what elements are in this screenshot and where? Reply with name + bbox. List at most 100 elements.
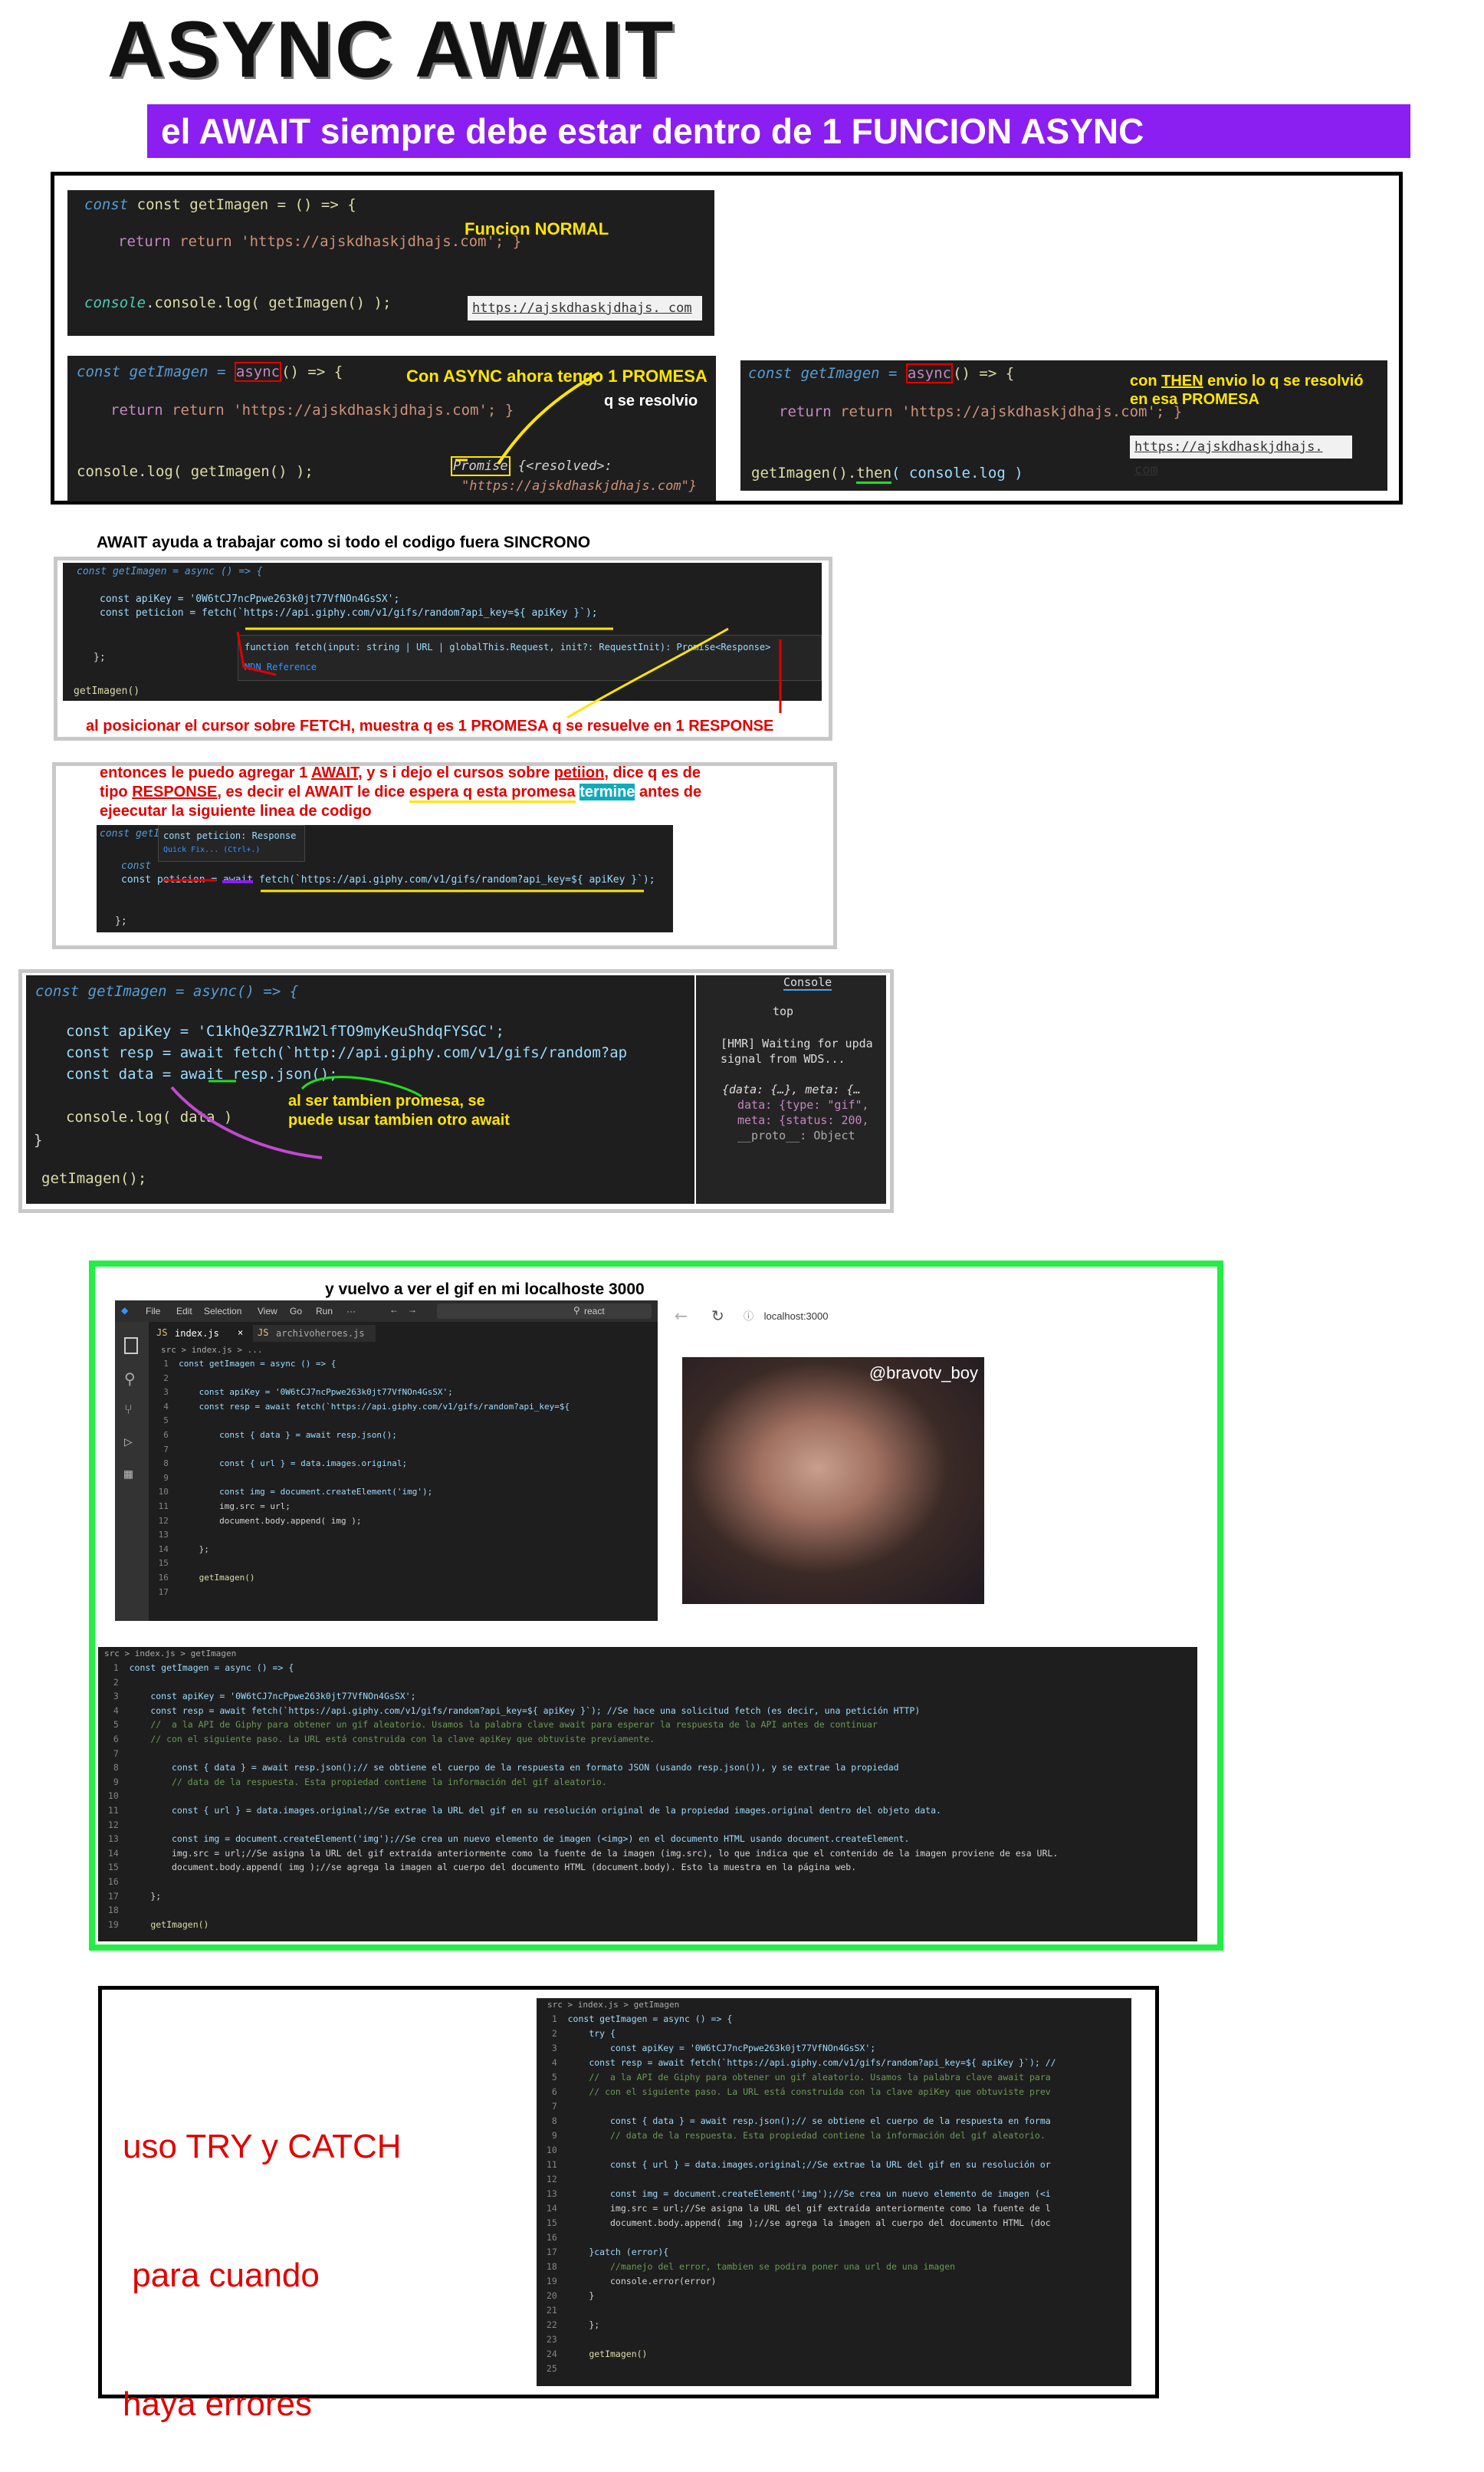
line-number: 22 [541, 2319, 568, 2330]
gif-image: @bravotv_boy [682, 1357, 984, 1604]
code-line: const getImagen = async () => { [77, 566, 263, 577]
code-text: const getImagen = async () => { [129, 1662, 294, 1673]
code-line: 9 // data de la respuesta. Esta propieda… [541, 2128, 1056, 2143]
run-debug-icon[interactable]: ▷ [124, 1434, 133, 1450]
code-line: 12 [103, 1818, 1058, 1833]
code-then-example: const getImagen = async() => { return re… [740, 360, 1387, 491]
search-icon[interactable]: ⚲ [124, 1369, 136, 1388]
code-line: const data = await resp.json(); [66, 1066, 338, 1083]
forward-arrow-icon[interactable]: → [408, 1304, 417, 1315]
code-line: 9 // data de la respuesta. Esta propieda… [103, 1775, 1058, 1790]
command-search[interactable]: ⚲ react [437, 1303, 652, 1319]
reload-icon[interactable]: ↻ [711, 1307, 724, 1325]
code-line: 16 [103, 1875, 1058, 1889]
console-line[interactable]: __proto__: Object [737, 1129, 855, 1142]
code-line: 4 const resp = await fetch(`https://api.… [153, 1400, 570, 1415]
menu-edit[interactable]: Edit [176, 1306, 192, 1317]
console-line[interactable]: {data: {…}, meta: {… [722, 1083, 861, 1096]
line-number: 6 [153, 1429, 179, 1440]
code-line: 6 const { data } = await resp.json(); [153, 1428, 570, 1443]
code-line: }; [94, 652, 106, 663]
code-text: const { url } = data.images.original;//S… [129, 1804, 941, 1816]
line-number: 15 [153, 1558, 179, 1569]
console-line[interactable]: meta: {status: 200, [737, 1113, 869, 1127]
code-text: img.src = url;//Se asigna la URL del gif… [129, 1847, 1059, 1859]
console-output: https://ajskdhaskjdhajs. com [1130, 436, 1352, 478]
console-line: signal from WDS... [721, 1052, 845, 1066]
code-line: 2 [153, 1372, 570, 1386]
tab-archivoheroes[interactable]: JS archivoheroes.js [253, 1325, 376, 1342]
code-line: 1 const getImagen = async () => { [541, 2012, 1056, 2027]
code-text: const apiKey = '0W6tCJ7ncPpwe263k0jt77Vf… [179, 1387, 453, 1398]
address-bar[interactable]: ⓘ localhost:3000 [744, 1308, 973, 1326]
context-select[interactable]: top [773, 1004, 793, 1018]
code-text: // data de la respuesta. Esta propiedad … [129, 1776, 607, 1787]
code-commented: src > index.js > getImagen 1 const getIm… [98, 1647, 1197, 1941]
tab-console[interactable]: Console [783, 975, 832, 991]
breadcrumb: src > index.js > ... [161, 1345, 263, 1355]
line-number: 17 [541, 2247, 568, 2257]
code-normal-function: const const getImagen = () => { return r… [67, 190, 714, 336]
explorer-icon[interactable] [124, 1337, 138, 1354]
code-line: 21 [541, 2303, 1056, 2318]
back-arrow-icon[interactable]: ← [389, 1304, 399, 1315]
banner: el AWAIT siempre debe estar dentro de 1 … [147, 104, 1410, 158]
code-text: const apiKey = '0W6tCJ7ncPpwe263k0jt77Vf… [567, 2043, 876, 2053]
line-number: 11 [103, 1804, 130, 1816]
code-line: 10 [103, 1789, 1058, 1803]
menu-go[interactable]: Go [290, 1306, 302, 1317]
extensions-icon[interactable]: ▦ [124, 1466, 133, 1482]
try-catch-title: uso TRY y CATCH para cuando haya errores [123, 2128, 402, 2423]
code-line: 14 img.src = url;//Se asigna la URL del … [541, 2201, 1056, 2216]
line-number: 3 [153, 1387, 179, 1398]
line-number: 18 [103, 1905, 130, 1916]
async-keyword: async [234, 362, 282, 382]
code-line: 16 getImagen() [153, 1571, 570, 1586]
code-line: const getImagen = async() => { [77, 362, 343, 382]
code-line: 17 }; [103, 1889, 1058, 1904]
line-number: 6 [103, 1733, 130, 1744]
code-line: 7 [153, 1443, 570, 1458]
code-resp-json: const getImagen = async() => { const api… [26, 975, 694, 1204]
code-text: img.src = url; [179, 1501, 291, 1511]
mdn-reference-link[interactable]: MDN Reference [245, 662, 317, 672]
line-number: 11 [153, 1501, 179, 1511]
line-number: 4 [103, 1704, 130, 1716]
back-icon[interactable]: ← [675, 1307, 688, 1325]
code-text: }; [129, 1890, 162, 1902]
section3-text: entonces le puedo agregar 1 AWAIT, y s i… [100, 764, 702, 820]
code-text: }; [567, 2319, 600, 2330]
code-line: 7 [541, 2099, 1056, 2114]
line-number: 23 [541, 2334, 568, 2345]
code-text: const { data } = await resp.json();// se… [129, 1762, 899, 1773]
code-line: 10 const img = document.createElement('i… [153, 1485, 570, 1500]
quick-fix-link[interactable]: Quick Fix... (Ctrl+.) [163, 846, 260, 854]
line-number: 5 [103, 1719, 130, 1731]
code-line: 14 img.src = url;//Se asigna la URL del … [103, 1846, 1058, 1861]
close-icon[interactable]: × [238, 1327, 243, 1338]
tab-index-js[interactable]: JS index.js × [152, 1325, 251, 1342]
console-line[interactable]: data: {type: "gif", [737, 1098, 869, 1112]
code-async-function: const getImagen = async() => { return re… [67, 356, 716, 501]
code-text: const img = document.createElement('img'… [179, 1487, 433, 1497]
menu-file[interactable]: File [146, 1306, 160, 1317]
line-number: 7 [153, 1444, 179, 1455]
section5-heading: y vuelvo a ver el gif en mi localhoste 3… [325, 1280, 645, 1298]
line-number: 8 [541, 2115, 568, 2126]
source-control-icon[interactable]: ⑂ [124, 1402, 133, 1418]
code-line: const [121, 860, 152, 872]
menu-run[interactable]: Run [316, 1306, 333, 1317]
code-text: } [567, 2290, 595, 2301]
code-text: //manejo del error, tambien se podira po… [567, 2261, 956, 2272]
code-text: document.body.append( img );//se agrega … [129, 1862, 857, 1873]
note-fetch-promesa: al posicionar el cursor sobre FETCH, mue… [86, 718, 774, 735]
menu-selection[interactable]: Selection [204, 1306, 241, 1317]
line-number: 2 [103, 1676, 130, 1688]
line-number: 16 [153, 1572, 179, 1583]
line-number: 16 [541, 2232, 568, 2243]
menu-more[interactable]: ··· [346, 1306, 356, 1317]
menu-view[interactable]: View [258, 1306, 277, 1317]
breadcrumb: src > index.js > getImagen [547, 2000, 680, 2010]
code-text: const { url } = data.images.original;//S… [567, 2159, 1051, 2170]
code-line: const getImagen = async() => { [748, 363, 1015, 383]
